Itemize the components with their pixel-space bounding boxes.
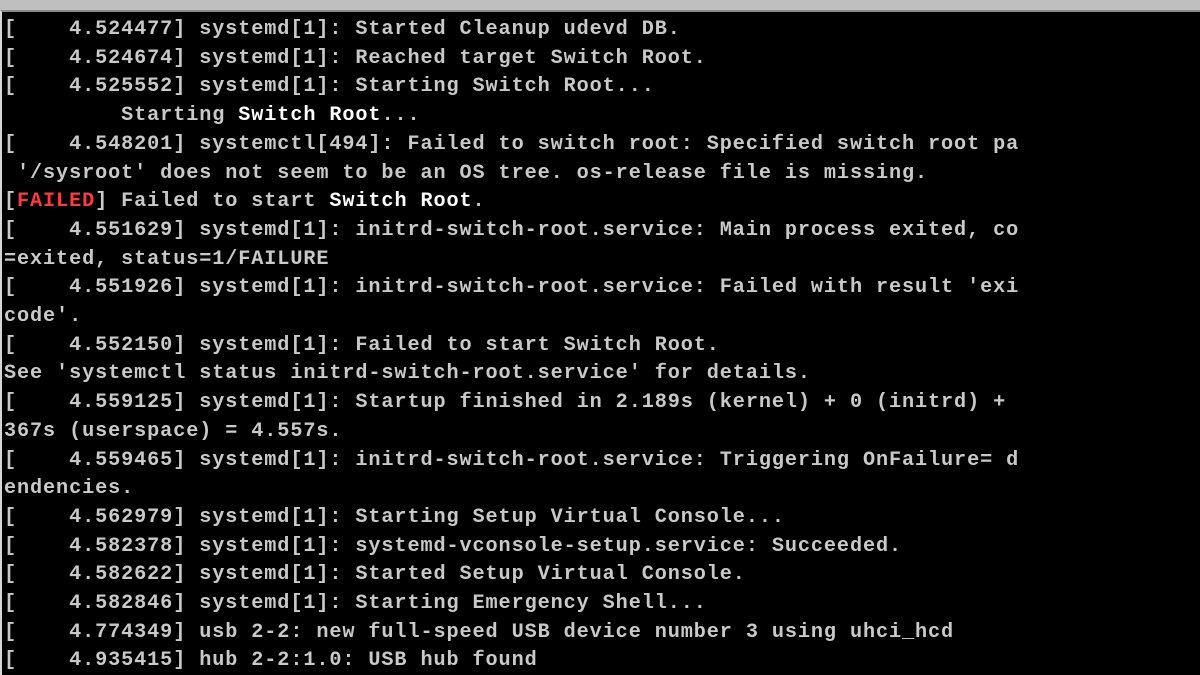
log-text: [ xyxy=(4,190,17,213)
terminal-output: [ 4.524477] systemd[1]: Started Cleanup … xyxy=(4,16,1200,675)
log-line: =exited, status=1/FAILURE xyxy=(4,246,1200,275)
log-text: [ xyxy=(4,592,17,615)
log-line: code'. xyxy=(4,303,1200,332)
log-text: [ xyxy=(4,47,17,70)
log-text: [ xyxy=(4,75,17,98)
log-text: 4.559465] systemd[1]: initrd-switch-root… xyxy=(17,449,1019,472)
log-text: endencies. xyxy=(4,477,134,500)
log-text: code'. xyxy=(4,305,82,328)
log-line: [ 4.774349] usb 2-2: new full-speed USB … xyxy=(4,619,1200,648)
log-line: [ 4.551629] systemd[1]: initrd-switch-ro… xyxy=(4,217,1200,246)
log-text: [ xyxy=(4,563,17,586)
log-line: [ 4.559465] systemd[1]: initrd-switch-ro… xyxy=(4,447,1200,476)
log-text: 4.774349] usb 2-2: new full-speed USB de… xyxy=(17,621,954,644)
log-text: 4.551926] systemd[1]: initrd-switch-root… xyxy=(17,276,1019,299)
log-text: ... xyxy=(381,104,420,127)
log-text: 367s (userspace) = 4.557s. xyxy=(4,420,342,443)
emphasis-text: Switch Root xyxy=(329,190,472,213)
log-text: [ xyxy=(4,621,17,644)
log-line: [ 4.582622] systemd[1]: Started Setup Vi… xyxy=(4,561,1200,590)
log-line: [ 4.551926] systemd[1]: initrd-switch-ro… xyxy=(4,274,1200,303)
log-text: . xyxy=(473,190,486,213)
log-line: [ 4.548201] systemctl[494]: Failed to sw… xyxy=(4,131,1200,160)
log-text: [ xyxy=(4,391,17,414)
log-text: [ xyxy=(4,219,17,242)
emphasis-text: Switch Root xyxy=(238,104,381,127)
log-line: [ 4.524674] systemd[1]: Reached target S… xyxy=(4,45,1200,74)
log-text: 4.525552] systemd[1]: Starting Switch Ro… xyxy=(17,75,655,98)
log-text: [ xyxy=(4,133,17,156)
log-line: [ 4.582846] systemd[1]: Starting Emergen… xyxy=(4,590,1200,619)
log-text: 4.524674] systemd[1]: Reached target Swi… xyxy=(17,47,707,70)
log-text: 4.548201] systemctl[494]: Failed to swit… xyxy=(17,133,1019,156)
log-text: 4.562979] systemd[1]: Starting Setup Vir… xyxy=(17,506,785,529)
log-text: [ xyxy=(4,18,17,41)
log-line: 367s (userspace) = 4.557s. xyxy=(4,418,1200,447)
log-line: See 'systemctl status initrd-switch-root… xyxy=(4,360,1200,389)
log-text: ] Failed to start xyxy=(95,190,329,213)
status-failed: FAILED xyxy=(17,190,95,213)
log-line: [ 4.582378] systemd[1]: systemd-vconsole… xyxy=(4,533,1200,562)
log-text: [ xyxy=(4,276,17,299)
log-text: 4.559125] systemd[1]: Startup finished i… xyxy=(17,391,1019,414)
log-line: [ 4.935415] hub 2-2:1.0: USB hub found xyxy=(4,647,1200,675)
log-text: =exited, status=1/FAILURE xyxy=(4,248,329,271)
log-text: 4.582378] systemd[1]: systemd-vconsole-s… xyxy=(17,535,902,558)
log-text: 4.524477] systemd[1]: Started Cleanup ud… xyxy=(17,18,681,41)
log-line: [ 4.559125] systemd[1]: Startup finished… xyxy=(4,389,1200,418)
log-line: [ 4.562979] systemd[1]: Starting Setup V… xyxy=(4,504,1200,533)
log-text: 4.935415] hub 2-2:1.0: USB hub found xyxy=(17,649,538,672)
log-line: [ 4.525552] systemd[1]: Starting Switch … xyxy=(4,73,1200,102)
log-text: 4.552150] systemd[1]: Failed to start Sw… xyxy=(17,334,720,357)
log-text: [ xyxy=(4,334,17,357)
log-text: 4.582622] systemd[1]: Started Setup Virt… xyxy=(17,563,746,586)
log-line: endencies. xyxy=(4,475,1200,504)
log-line: '/sysroot' does not seem to be an OS tre… xyxy=(4,160,1200,189)
log-text: [ xyxy=(4,535,17,558)
log-text: See 'systemctl status initrd-switch-root… xyxy=(4,362,811,385)
log-text: 4.582846] systemd[1]: Starting Emergency… xyxy=(17,592,707,615)
log-line: [FAILED] Failed to start Switch Root. xyxy=(4,188,1200,217)
log-text: [ xyxy=(4,506,17,529)
log-text: [ xyxy=(4,449,17,472)
log-line: Starting Switch Root... xyxy=(4,102,1200,131)
terminal-window: [ 4.524477] systemd[1]: Started Cleanup … xyxy=(0,10,1200,675)
log-text: '/sysroot' does not seem to be an OS tre… xyxy=(4,162,928,185)
log-line: [ 4.552150] systemd[1]: Failed to start … xyxy=(4,332,1200,361)
log-text: 4.551629] systemd[1]: initrd-switch-root… xyxy=(17,219,1019,242)
log-text: Starting xyxy=(4,104,238,127)
log-line: [ 4.524477] systemd[1]: Started Cleanup … xyxy=(4,16,1200,45)
log-text: [ xyxy=(4,649,17,672)
